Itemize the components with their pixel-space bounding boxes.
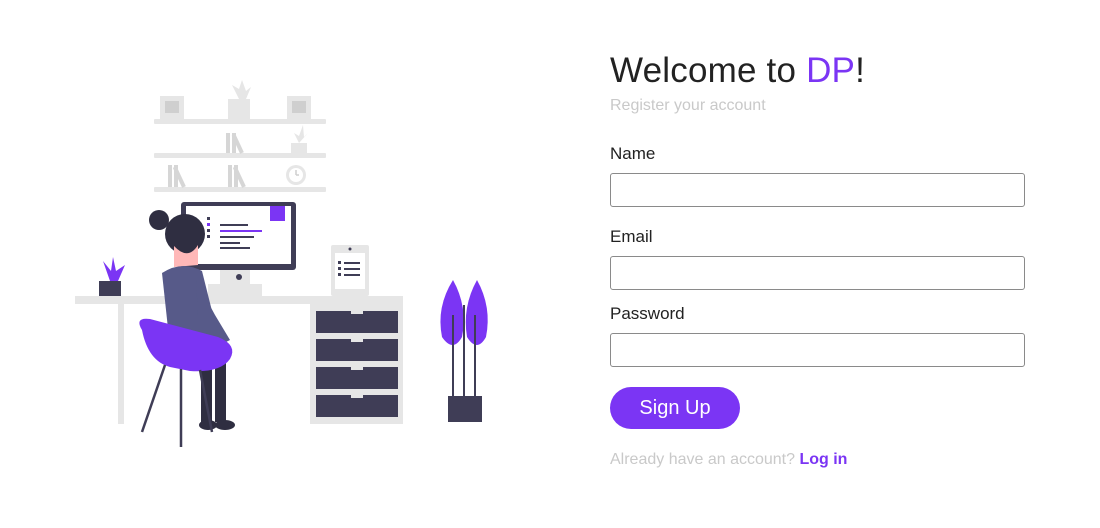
login-prompt-row: Already have an account? Log in — [610, 450, 1025, 470]
brand-name: DP — [806, 51, 856, 90]
login-prompt-text: Already have an account? — [610, 451, 796, 468]
shelf-frame-left — [160, 96, 184, 119]
sign-up-button[interactable]: Sign Up — [610, 387, 740, 429]
shelf-books-middle — [226, 133, 244, 154]
shelf-frame-right — [287, 96, 311, 119]
floor-plant — [440, 280, 488, 422]
tablet — [331, 245, 369, 296]
signup-form: Welcome to DP! Register your account Nam… — [610, 50, 1025, 470]
shelf-plant-top — [228, 80, 251, 119]
page-title: Welcome to DP! — [610, 50, 1025, 92]
email-label: Email — [610, 227, 653, 246]
shelf-clock — [286, 165, 306, 185]
name-input[interactable] — [610, 173, 1025, 207]
shelf-plant-small — [291, 125, 308, 153]
signup-page: Welcome to DP! Register your account Nam… — [0, 0, 1100, 528]
password-label: Password — [610, 304, 685, 323]
title-prefix: Welcome to — [610, 51, 807, 90]
page-subtitle: Register your account — [610, 97, 766, 114]
email-input[interactable] — [610, 256, 1025, 290]
shelf-books-left — [168, 165, 186, 188]
name-label: Name — [610, 144, 656, 163]
title-suffix: ! — [855, 51, 866, 90]
password-input[interactable] — [610, 333, 1025, 367]
log-in-link[interactable]: Log in — [799, 451, 847, 468]
desk-plant — [99, 257, 125, 296]
woman-at-desk-illustration — [75, 80, 488, 447]
shelf-books-right — [228, 165, 246, 188]
